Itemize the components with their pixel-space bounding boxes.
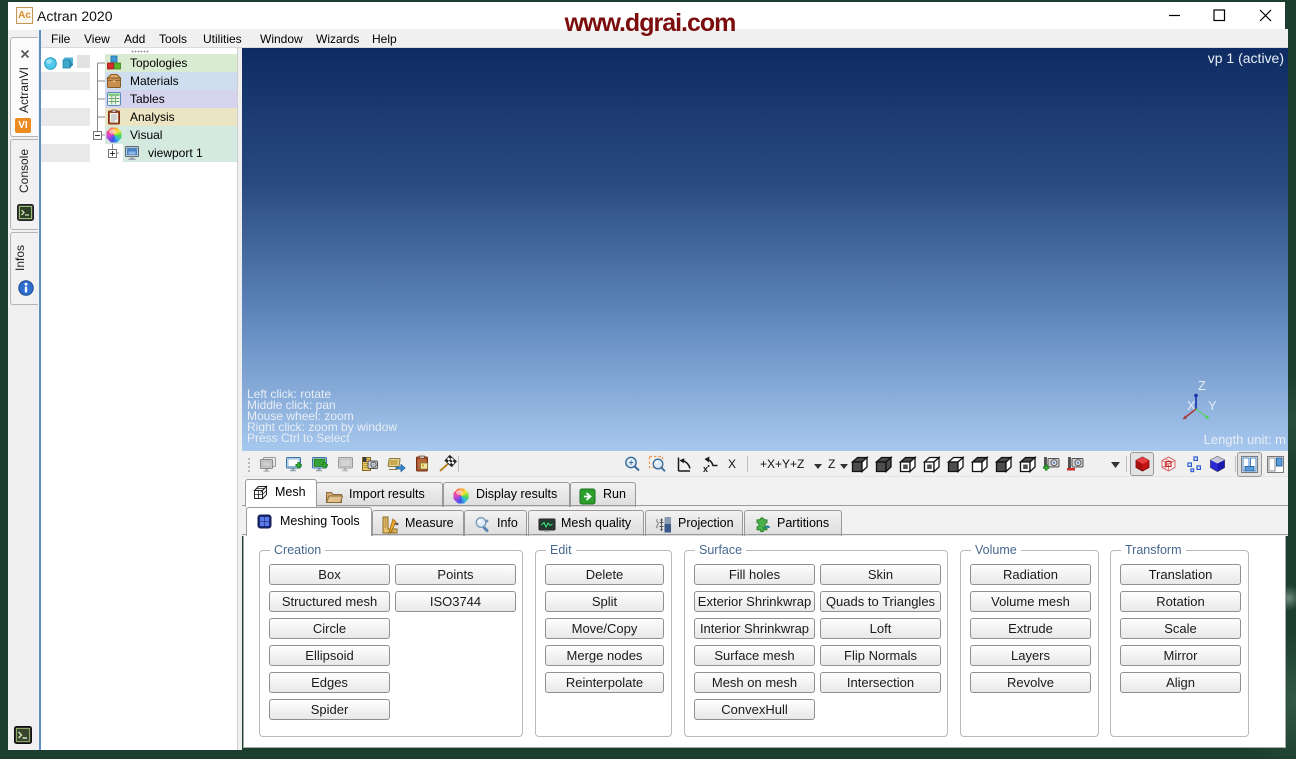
svg-text:Y: Y	[1208, 398, 1217, 413]
svg-text:Z: Z	[1198, 378, 1206, 393]
svg-text:x: x	[703, 464, 708, 474]
